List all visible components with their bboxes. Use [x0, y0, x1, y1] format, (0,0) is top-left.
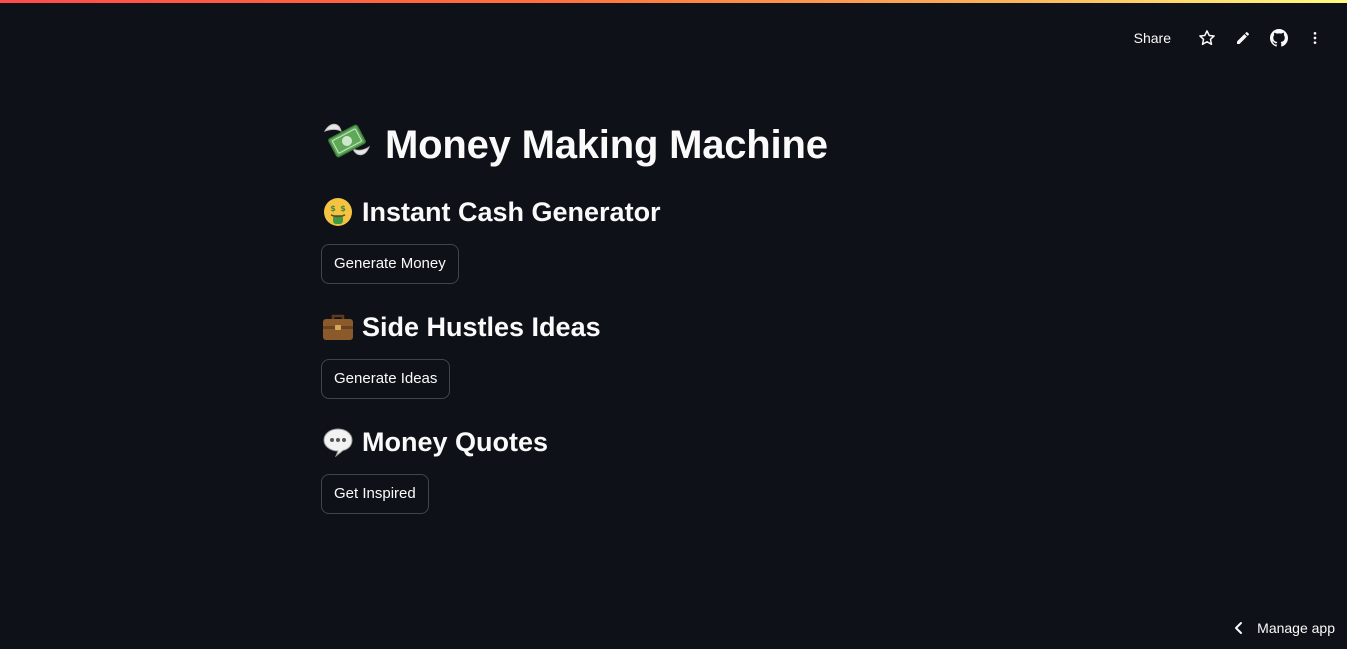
section-heading-text: Side Hustles Ideas	[362, 311, 601, 342]
section-heading: $ $ Instant Cash Generator	[321, 194, 1026, 230]
main-content: Money Making Machine $ $ Instant Cash Ge…	[321, 118, 1026, 514]
svg-text:$: $	[340, 204, 346, 213]
section-side-hustles: Side Hustles Ideas Generate Ideas	[321, 309, 1026, 399]
top-decoration-bar	[0, 0, 1347, 3]
page-title: Money Making Machine	[321, 118, 1026, 172]
section-money-quotes: Money Quotes Get Inspired	[321, 424, 1026, 514]
page-title-text: Money Making Machine	[385, 122, 828, 167]
svg-text:$: $	[330, 204, 336, 213]
section-heading: Side Hustles Ideas	[321, 309, 1026, 345]
section-heading: Money Quotes	[321, 424, 1026, 460]
github-icon[interactable]	[1261, 26, 1297, 50]
section-heading-text: Money Quotes	[362, 426, 549, 457]
briefcase-icon	[321, 311, 354, 344]
star-icon[interactable]	[1189, 26, 1225, 50]
speech-balloon-icon	[321, 426, 354, 459]
get-inspired-button[interactable]: Get Inspired	[321, 474, 429, 514]
section-heading-text: Instant Cash Generator	[362, 196, 661, 227]
generate-money-button[interactable]: Generate Money	[321, 244, 459, 284]
section-instant-cash: $ $ Instant Cash Generator Generate Mone…	[321, 194, 1026, 284]
chevron-left-icon	[1233, 621, 1243, 635]
manage-app-button[interactable]: Manage app	[1233, 619, 1335, 637]
money-with-wings-icon	[321, 117, 373, 174]
money-mouth-face-icon: $ $	[321, 196, 354, 229]
header-toolbar: Share	[1126, 26, 1333, 50]
app-page: Share Money Making Machine $ $ Instant C…	[0, 0, 1347, 649]
kebab-menu-icon[interactable]	[1297, 26, 1333, 50]
generate-ideas-button[interactable]: Generate Ideas	[321, 359, 451, 399]
pencil-icon[interactable]	[1225, 26, 1261, 50]
manage-app-label: Manage app	[1257, 620, 1335, 636]
share-button[interactable]: Share	[1126, 28, 1179, 48]
